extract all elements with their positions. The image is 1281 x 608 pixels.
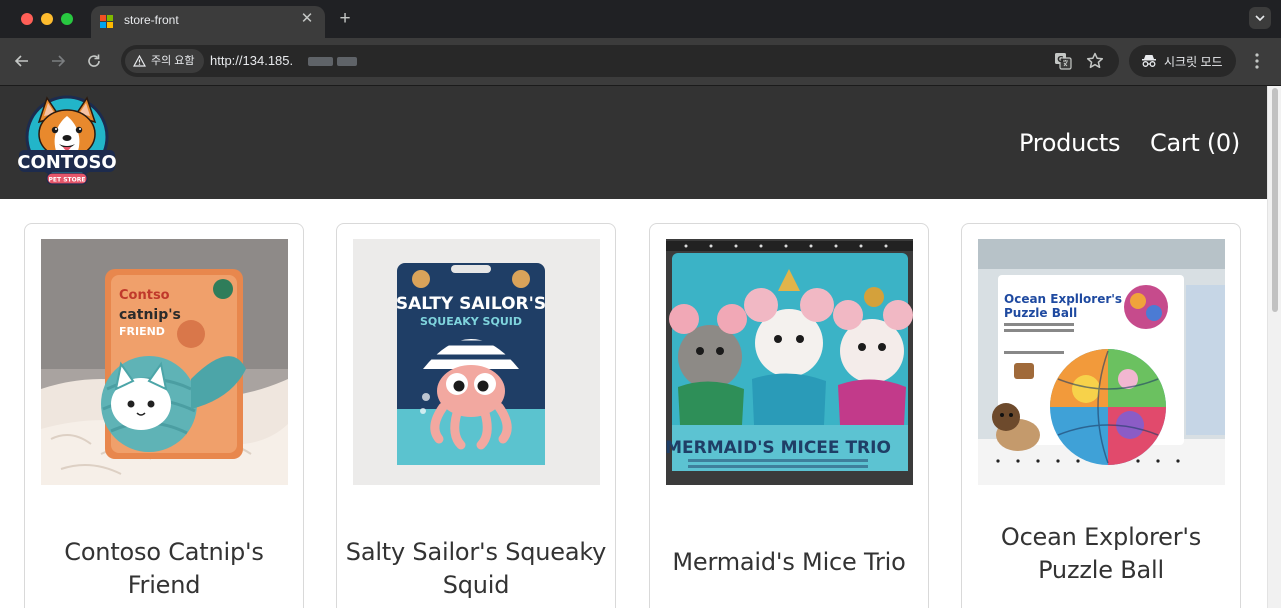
svg-text:SQUEAKY SQUID: SQUEAKY SQUID xyxy=(420,315,522,328)
contoso-pet-store-logo[interactable]: CONTOSO PET STORE xyxy=(17,94,117,188)
browser-tab-active[interactable]: store-front ✕ xyxy=(91,6,325,38)
incognito-icon xyxy=(1142,55,1156,67)
security-label: 주의 요함 xyxy=(151,55,195,67)
svg-text:catnip's: catnip's xyxy=(119,307,181,323)
reload-icon xyxy=(88,54,100,67)
product-card[interactable]: SALTY SAILOR'S SQUEAKY SQUID Salty Sailo… xyxy=(336,223,616,608)
product-image[interactable]: SALTY SAILOR'S SQUEAKY SQUID xyxy=(353,239,600,485)
warning-triangle-icon xyxy=(133,55,146,67)
svg-text:FRIEND: FRIEND xyxy=(119,325,165,338)
redacted-url-part xyxy=(337,57,357,66)
back-button[interactable] xyxy=(11,50,33,72)
product-image[interactable]: Contso catnip's FRIEND xyxy=(41,239,288,485)
browser-tab-bar: store-front ✕ + xyxy=(0,0,1281,38)
svg-text:MERMAID'S MICEE TRIO: MERMAID'S MICEE TRIO xyxy=(666,438,891,458)
bookmark-star-icon[interactable] xyxy=(1085,51,1105,71)
product-image[interactable]: MERMAID'S MICEE TRIO xyxy=(666,239,913,485)
tab-title: store-front xyxy=(124,13,179,27)
product-card[interactable]: Contso catnip's FRIEND Contoso Catnip's … xyxy=(24,223,304,608)
tab-search-button[interactable] xyxy=(1249,7,1271,29)
product-name[interactable]: Mermaid's Mice Trio xyxy=(650,546,928,579)
svg-text:G: G xyxy=(1057,55,1064,64)
new-tab-button[interactable]: + xyxy=(335,7,355,31)
product-card[interactable]: MERMAID'S MICEE TRIO Mermaid's Mice Trio xyxy=(649,223,929,608)
svg-text:Puzzle Ball: Puzzle Ball xyxy=(1004,306,1077,320)
forward-button[interactable] xyxy=(47,50,69,72)
product-name[interactable]: Contoso Catnip's Friend xyxy=(25,536,303,602)
translate-icon[interactable]: G xyxy=(1053,51,1073,71)
security-warning-chip[interactable]: 주의 요함 xyxy=(125,49,204,73)
product-image[interactable]: Ocean Expllorer's Puzzle Ball xyxy=(978,239,1225,485)
microsoft-logo-icon xyxy=(100,15,114,29)
reload-button[interactable] xyxy=(83,50,105,72)
browser-toolbar: 주의 요함 http://134.185. G 시크릿 모드 xyxy=(0,38,1281,85)
url-text: http://134.185. xyxy=(210,53,294,68)
logo-subtext: PET STORE xyxy=(49,177,86,184)
svg-text:SALTY SAILOR'S: SALTY SAILOR'S xyxy=(396,294,546,314)
site-header: CONTOSO PET STORE Products Cart (0) xyxy=(0,86,1267,199)
close-tab-icon[interactable]: ✕ xyxy=(298,10,316,28)
chevron-down-icon xyxy=(1255,15,1265,22)
nav-products-link[interactable]: Products xyxy=(1019,129,1121,157)
incognito-profile-button[interactable]: 시크릿 모드 xyxy=(1129,45,1236,77)
profile-label: 시크릿 모드 xyxy=(1164,55,1223,69)
arrow-right-icon xyxy=(52,55,66,67)
close-window-button[interactable] xyxy=(21,13,33,25)
browser-menu-icon[interactable] xyxy=(1250,51,1264,71)
address-bar[interactable]: 주의 요함 http://134.185. G xyxy=(121,45,1119,77)
product-name[interactable]: Salty Sailor's Squeaky Squid xyxy=(337,536,615,602)
scrollbar-thumb[interactable] xyxy=(1272,88,1278,312)
product-card[interactable]: Ocean Expllorer's Puzzle Ball Ocean Expl… xyxy=(961,223,1241,608)
arrow-left-icon xyxy=(14,55,28,67)
product-name[interactable]: Ocean Explorer's Puzzle Ball xyxy=(962,521,1240,587)
redacted-url-part xyxy=(308,57,333,66)
svg-text:Ocean Expllorer's: Ocean Expllorer's xyxy=(1004,292,1122,306)
svg-text:Contso: Contso xyxy=(119,288,170,303)
logo-text: CONTOSO xyxy=(17,152,116,173)
scrollbar[interactable] xyxy=(1267,86,1281,608)
nav-cart-link[interactable]: Cart (0) xyxy=(1150,129,1240,157)
minimize-window-button[interactable] xyxy=(41,13,53,25)
page-viewport: CONTOSO PET STORE Products Cart (0) Cont… xyxy=(0,86,1281,608)
maximize-window-button[interactable] xyxy=(61,13,73,25)
